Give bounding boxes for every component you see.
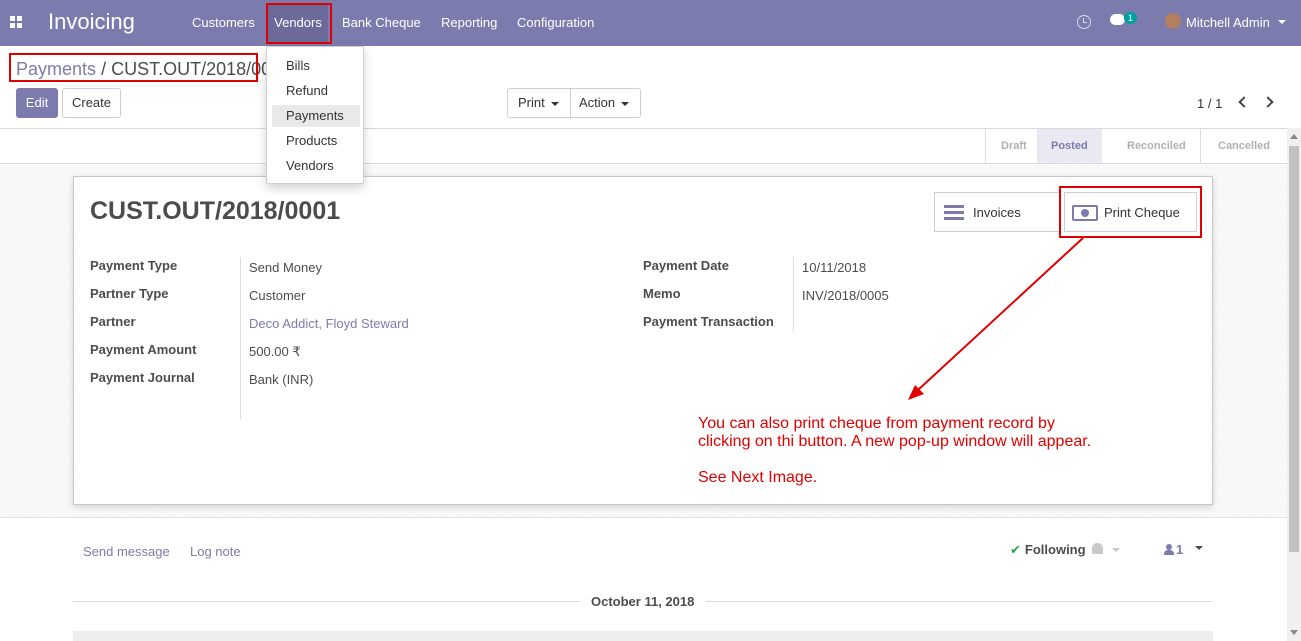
status-bar: Draft Posted Reconciled Cancelled [0,128,1287,164]
dropdown-item-vendors[interactable]: Vendors [286,158,334,173]
record-title: CUST.OUT/2018/0001 [90,197,341,225]
apps-menu-icon[interactable] [10,16,23,29]
user-icon[interactable] [1164,544,1174,555]
annotation-highlight-breadcrumb [9,53,258,82]
status-cancelled[interactable]: Cancelled [1218,129,1270,163]
button-divider [570,89,571,117]
action-caret-icon [621,101,630,106]
scrollbar[interactable] [1287,128,1301,641]
date-divider-line [73,601,581,602]
partner-type-label: Partner Type [90,286,169,301]
menu-bank-cheque[interactable]: Bank Cheque [342,15,421,30]
date-separator: October 11, 2018 [591,594,695,609]
menu-customers[interactable]: Customers [192,15,255,30]
payment-amount-value: 500.00 ₹ [249,344,301,359]
following-button[interactable]: ✔ Following [1010,542,1086,558]
payment-journal-label: Payment Journal [90,370,195,385]
notification-caret-icon[interactable] [1112,548,1120,552]
dropdown-item-products[interactable]: Products [286,133,337,148]
print-caret-icon [550,101,559,106]
invoices-label: Invoices [973,205,1021,220]
dropdown-item-bills[interactable]: Bills [286,58,310,73]
annotation-text-line2: clicking on thi button. A new pop-up win… [698,433,1092,450]
pager-value: 1 / 1 [1197,96,1223,111]
log-note-button[interactable]: Log note [190,544,241,559]
menu-reporting[interactable]: Reporting [441,15,497,30]
action-dropdown-button[interactable]: Action [579,89,630,117]
partner-link[interactable]: Deco Addict, Floyd Steward [249,316,409,331]
print-action-group: Print Action [507,88,641,118]
top-navbar: Invoicing Customers Vendors Bank Cheque … [0,0,1301,46]
scroll-down-icon[interactable] [1290,630,1298,635]
payment-journal-value: Bank (INR) [249,372,314,387]
dropdown-item-refund[interactable]: Refund [286,83,328,98]
status-posted[interactable]: Posted [1037,129,1102,163]
annotation-text-line1: You can also print cheque from payment r… [698,415,1055,432]
scroll-up-icon[interactable] [1290,134,1298,139]
invoices-smart-button[interactable]: Invoices [934,192,1060,232]
chat-count-badge: 1 [1124,12,1137,24]
action-label: Action [579,95,616,110]
payment-type-value: Send Money [249,260,322,275]
field-divider [240,257,241,419]
payment-transaction-label: Payment Transaction [643,314,774,329]
chat-icon[interactable] [1110,14,1125,25]
following-label: Following [1024,542,1086,557]
vendors-dropdown-menu: Bills Refund Payments Products Vendors [266,46,364,184]
payment-amount-label: Payment Amount [90,342,197,357]
user-caret-icon[interactable] [1278,20,1286,24]
pager-next-icon[interactable] [1262,96,1274,108]
status-separator [985,129,986,163]
bell-icon[interactable] [1092,543,1103,554]
pager-previous-icon[interactable] [1238,96,1250,108]
list-icon [944,205,964,220]
partner-type-value: Customer [249,288,306,303]
payment-type-label: Payment Type [90,258,178,273]
memo-label: Memo [643,286,681,301]
follower-count[interactable]: 1 [1176,542,1183,557]
payment-date-label: Payment Date [643,258,729,273]
user-name[interactable]: Mitchell Admin [1186,15,1270,30]
field-divider [793,257,794,331]
create-button[interactable]: Create [62,88,121,118]
dropdown-item-payments[interactable]: Payments [272,105,360,127]
date-divider-line [706,601,1213,602]
edit-button[interactable]: Edit [16,88,58,118]
menu-configuration[interactable]: Configuration [517,15,594,30]
message-item [73,631,1213,641]
user-avatar[interactable] [1165,13,1181,29]
annotation-highlight-vendors [266,3,332,44]
memo-value: INV/2018/0005 [802,288,889,303]
send-message-button[interactable]: Send message [83,544,170,559]
annotation-highlight-print-cheque [1059,186,1202,238]
annotation-text-line3: See Next Image. [698,469,818,486]
payment-date-value: 10/11/2018 [802,260,867,275]
status-draft[interactable]: Draft [1001,129,1027,163]
status-separator [1200,129,1201,163]
activity-clock-icon[interactable] [1077,15,1091,29]
followers-caret-icon[interactable] [1195,546,1203,550]
print-dropdown-button[interactable]: Print [518,89,559,117]
status-reconciled[interactable]: Reconciled [1127,129,1186,163]
app-title: Invoicing [48,9,135,34]
partner-label: Partner [90,314,136,329]
print-label: Print [518,95,545,110]
check-icon: ✔ [1010,542,1021,557]
scroll-thumb[interactable] [1289,146,1299,552]
